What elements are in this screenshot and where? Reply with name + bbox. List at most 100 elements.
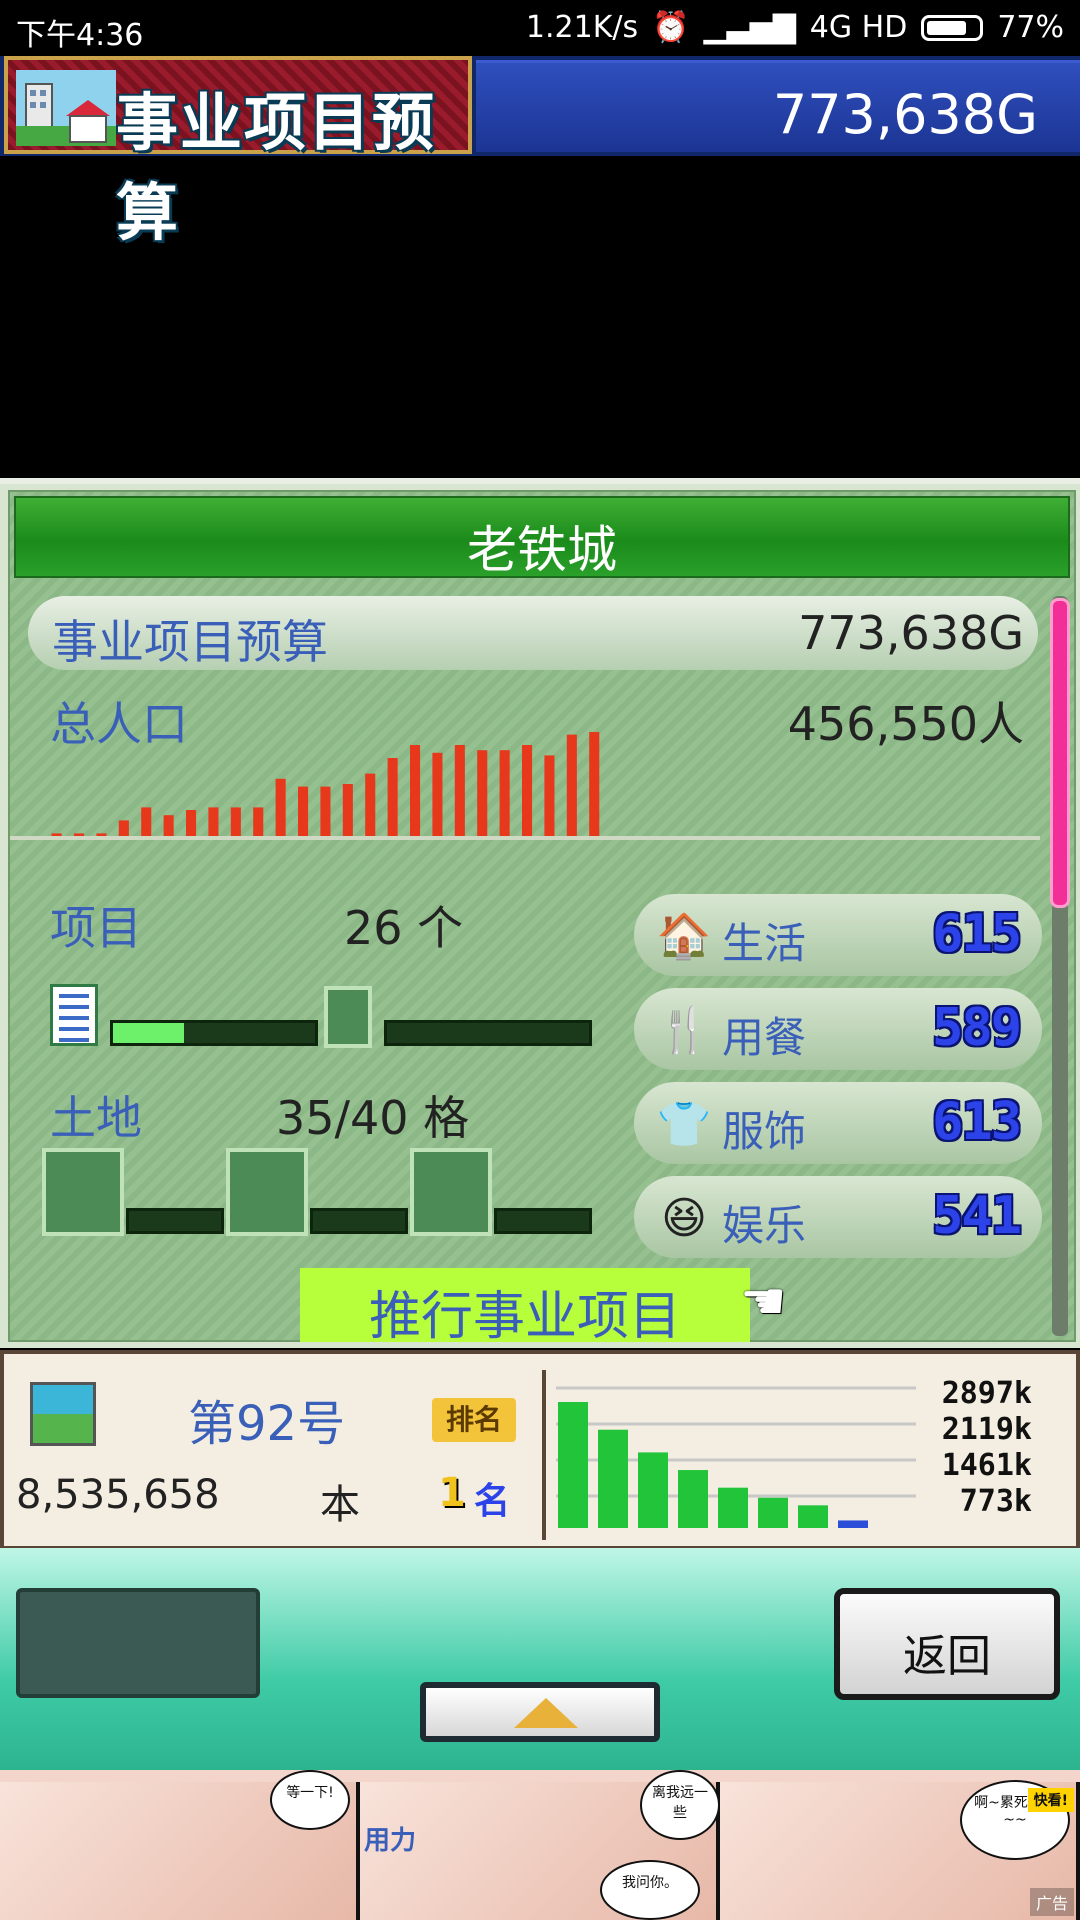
ad-speech-bubble: 离我远一些 — [640, 1770, 720, 1840]
category-label: 娱乐 — [722, 1201, 807, 1250]
chart-number: 2897k — [941, 1376, 1032, 1411]
push-project-label: 推行事业项目 — [368, 1287, 681, 1347]
city-building-icon — [16, 70, 116, 146]
up-arrow-icon — [514, 1698, 578, 1728]
population-bar — [432, 752, 443, 836]
land-value: 35/40 格 — [276, 1091, 470, 1145]
ranking-bar — [678, 1470, 708, 1528]
battery-icon — [921, 14, 984, 41]
population-bar — [522, 745, 533, 836]
menu-button[interactable] — [16, 1588, 260, 1698]
project-progress-fill — [113, 1023, 184, 1043]
ad-speech-bubble: 我问你。 — [600, 1860, 700, 1920]
population-bar — [454, 745, 465, 836]
category-dining[interactable]: 🍴 用餐 589 — [634, 988, 1042, 1070]
status-indicators: 1.21K/s ⏰ ▁▃▅▇ 4G HD 77% — [526, 10, 1064, 45]
city-panel: 老铁城 事业项目预算 773,638G 总人口 456,550人 项目 26 个… — [0, 478, 1080, 1348]
ranking-bar — [638, 1452, 668, 1528]
control-bar: 返回 — [0, 1548, 1080, 1770]
land-slot — [410, 1148, 492, 1236]
money-display: 773,638G — [476, 60, 1080, 152]
sales-unit: 本 — [320, 1482, 360, 1528]
population-bar — [566, 734, 577, 836]
land-bar — [494, 1208, 592, 1234]
house-icon: 🏠 — [656, 911, 712, 962]
category-label: 用餐 — [722, 1013, 807, 1062]
population-value: 456,550人 — [787, 697, 1024, 751]
population-bar — [141, 807, 152, 836]
ad-tag: 快看! — [1027, 1788, 1074, 1812]
population-bar — [275, 778, 286, 836]
status-bar: 下午4:36 1.21K/s ⏰ ▁▃▅▇ 4G HD 77% — [0, 0, 1080, 56]
category-value: 541 — [932, 1186, 1022, 1246]
population-bar — [342, 784, 353, 836]
category-life[interactable]: 🏠 生活 615 — [634, 894, 1042, 976]
ad-banner[interactable]: 等一下! 离我远一些 我问你。 啊~累死我啦~~ 用力 快看! 广告 — [0, 1770, 1080, 1920]
land-bar — [310, 1208, 408, 1234]
title-box: 事业项目预算 — [4, 56, 472, 249]
ranking-chart — [556, 1386, 916, 1528]
land-bar — [126, 1208, 224, 1234]
category-value: 613 — [932, 1092, 1022, 1152]
budget-value: 773,638G — [798, 606, 1024, 660]
category-fashion[interactable]: 👕 服饰 613 — [634, 1082, 1042, 1164]
ranking-chart-numbers: 2897k 2119k 1461k 773k — [942, 1376, 1032, 1520]
project-progress-bar-2 — [384, 1020, 592, 1046]
population-bar — [499, 750, 510, 836]
pointing-hand-icon: ☚ — [740, 1272, 787, 1332]
scroll-up-button[interactable] — [420, 1682, 660, 1742]
push-project-button[interactable]: 推行事业项目 — [300, 1268, 750, 1347]
population-bar — [186, 810, 197, 836]
population-bar — [589, 732, 600, 836]
population-bar — [208, 807, 219, 836]
chart-number: 773k — [959, 1484, 1032, 1519]
population-bar — [118, 820, 129, 836]
population-bar — [544, 755, 555, 836]
population-bar — [477, 750, 488, 836]
rank-number: 1 — [438, 1470, 466, 1516]
city-name-bar: 老铁城 — [14, 496, 1070, 579]
population-bar — [320, 786, 331, 836]
population-bar — [230, 807, 241, 836]
ad-side-text: 用力 — [364, 1826, 417, 1856]
network-type: 4G HD — [809, 10, 908, 45]
divider-line — [10, 836, 1040, 840]
shirt-icon: 👕 — [656, 1099, 712, 1150]
category-value: 615 — [932, 904, 1022, 964]
chart-number: 2119k — [941, 1412, 1032, 1447]
status-time: 下午4:36 — [16, 18, 144, 53]
category-value: 589 — [932, 998, 1022, 1058]
signal-icon: ▁▃▅▇ — [703, 10, 796, 45]
scrollbar-thumb[interactable] — [1050, 598, 1070, 908]
projects-label: 项目 — [50, 901, 142, 955]
ranking-divider — [542, 1370, 546, 1540]
budget-row: 事业项目预算 773,638G — [28, 596, 1038, 670]
category-entertainment[interactable]: 😆 娱乐 541 — [634, 1176, 1042, 1258]
ranking-bar — [798, 1505, 828, 1528]
ranking-bar — [598, 1429, 628, 1528]
back-button[interactable]: 返回 — [834, 1588, 1060, 1700]
land-slot — [42, 1148, 124, 1236]
ranking-bar — [718, 1487, 748, 1528]
battery-percent: 77% — [997, 10, 1064, 45]
population-bar — [365, 773, 376, 836]
sales-count: 8,535,658 — [16, 1472, 220, 1518]
land-slot — [226, 1148, 308, 1236]
project-progress-bar — [110, 1020, 318, 1046]
issue-number: 第92号 — [188, 1396, 346, 1452]
back-label: 返回 — [903, 1631, 991, 1682]
net-speed: 1.21K/s — [525, 10, 639, 45]
population-chart — [51, 732, 600, 836]
city-name: 老铁城 — [467, 521, 617, 579]
money-value: 773,638G — [772, 83, 1038, 146]
chart-number: 1461k — [941, 1448, 1032, 1483]
ranking-bar — [838, 1520, 868, 1528]
rank-suffix: 名 — [474, 1481, 511, 1522]
utensils-icon: 🍴 — [656, 1005, 712, 1056]
budget-label: 事业项目预算 — [52, 615, 328, 669]
page-title: 事业项目预算 — [116, 86, 437, 249]
land-label: 土地 — [50, 1091, 142, 1145]
project-slot-icon — [324, 986, 372, 1048]
population-bar — [387, 758, 398, 836]
ad-speech-bubble: 等一下! — [270, 1770, 350, 1830]
